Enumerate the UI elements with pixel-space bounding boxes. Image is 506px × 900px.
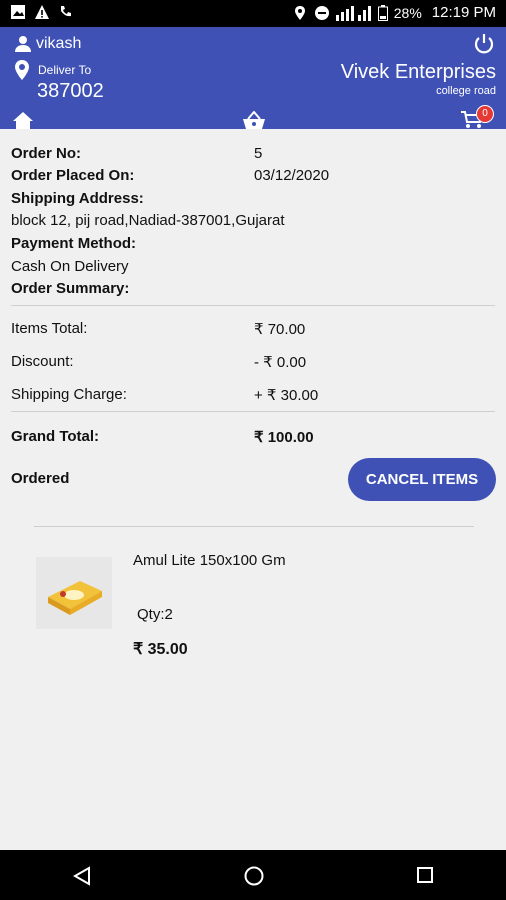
product-name: Amul Lite 150x100 Gm	[133, 552, 286, 569]
back-icon[interactable]	[73, 866, 91, 886]
divider	[34, 526, 474, 527]
divider	[11, 411, 495, 412]
order-no: 5	[254, 145, 263, 162]
clock: 12:19 PM	[431, 4, 496, 21]
cancel-items-button[interactable]: CANCEL ITEMS	[348, 458, 496, 501]
user-info[interactable]: vikash	[14, 35, 81, 53]
product-image	[36, 557, 112, 629]
dnd-icon	[314, 5, 329, 20]
location-pin-icon	[15, 60, 29, 80]
home-nav-icon[interactable]	[243, 865, 265, 887]
signal-icon	[335, 5, 371, 21]
battery-icon	[377, 4, 388, 21]
discount: - ₹ 0.00	[254, 354, 307, 371]
basket-icon[interactable]	[242, 111, 266, 129]
grand-total: ₹ 100.00	[254, 429, 314, 446]
power-icon[interactable]	[472, 32, 496, 56]
call-wifi-icon	[61, 6, 71, 17]
shipping-address-label: Shipping Address:	[11, 190, 144, 207]
home-icon[interactable]	[12, 111, 34, 129]
shipping-charge-label: Shipping Charge:	[11, 386, 127, 403]
app-header: vikash Deliver To 387002 Vivek Enterpris…	[0, 27, 506, 129]
cart-count-badge: 0	[476, 105, 494, 123]
battery-percent: 28%	[393, 4, 422, 21]
user-name: vikash	[36, 35, 82, 52]
shipping-address: block 12, pij road,Nadiad-387001,Gujarat	[11, 212, 285, 229]
location-icon	[294, 5, 305, 20]
product-price: ₹ 35.00	[133, 641, 188, 658]
image-icon	[11, 5, 25, 19]
order-summary-label: Order Summary:	[11, 280, 130, 297]
deliver-to-label: Deliver To	[38, 63, 92, 77]
items-total-label: Items Total:	[11, 320, 88, 337]
order-placed-label: Order Placed On:	[11, 167, 135, 184]
store-name: Vivek Enterprises	[340, 61, 496, 83]
recents-icon[interactable]	[416, 866, 434, 884]
person-icon	[15, 36, 31, 52]
order-placed-date: 03/12/2020	[254, 167, 330, 184]
divider	[11, 305, 495, 306]
system-nav-bar	[0, 850, 506, 900]
product-package-icon	[48, 581, 102, 615]
items-total: ₹ 70.00	[254, 321, 306, 338]
payment-method-label: Payment Method:	[11, 235, 137, 252]
order-status: Ordered	[11, 470, 70, 487]
status-bar: 28% 12:19 PM	[0, 0, 506, 27]
shipping-charge: + ₹ 30.00	[254, 387, 319, 404]
discount-label: Discount:	[11, 353, 74, 370]
order-no-label: Order No:	[11, 145, 82, 162]
grand-total-label: Grand Total:	[11, 428, 100, 445]
warning-icon	[35, 5, 49, 19]
product-qty: Qty:2	[137, 606, 173, 623]
deliver-to[interactable]: Deliver To	[14, 59, 91, 81]
pincode: 387002	[37, 80, 104, 102]
payment-method: Cash On Delivery	[11, 258, 129, 275]
store-location: college road	[436, 85, 496, 97]
